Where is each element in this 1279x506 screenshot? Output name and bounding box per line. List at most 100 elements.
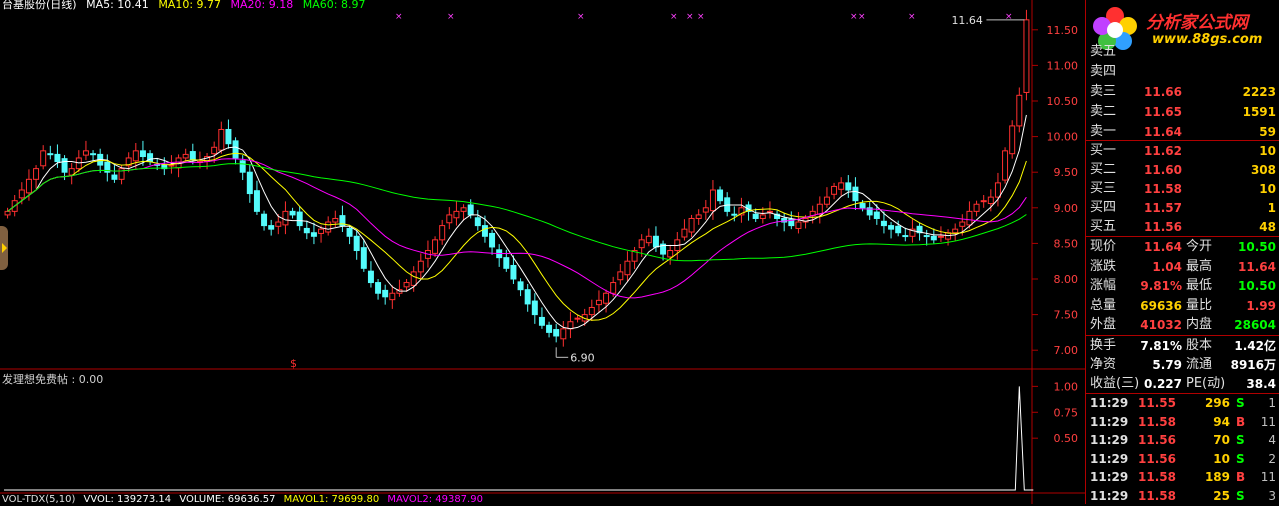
dollar-marker[interactable]: $ [290,357,297,370]
candle[interactable] [111,165,118,183]
candle[interactable] [496,244,503,267]
candle[interactable] [973,200,980,217]
candle[interactable] [617,264,624,285]
candle[interactable] [432,236,439,257]
candle[interactable] [795,212,802,234]
candle[interactable] [937,226,944,242]
event-marker[interactable]: × [686,12,694,22]
candle[interactable] [453,201,460,226]
order-book-row[interactable]: 买一 11.62 10 [1086,141,1279,161]
candle[interactable] [1023,9,1030,101]
candle[interactable] [296,206,303,231]
candle[interactable] [888,222,895,239]
candle[interactable] [517,278,524,297]
candle[interactable] [303,220,310,240]
order-book-row[interactable]: 卖一 11.64 59 [1086,122,1279,142]
candle[interactable] [980,194,987,208]
order-book-row[interactable]: 买五 11.56 48 [1086,217,1279,237]
tick-row[interactable]: 11:29 11.58 25 S 3 [1086,487,1279,506]
candle[interactable] [268,219,275,236]
event-marker[interactable]: × [908,12,916,22]
candle[interactable] [560,321,567,347]
candle[interactable] [738,197,745,223]
candle[interactable] [1009,120,1016,159]
order-book-row[interactable]: 卖二 11.65 1591 [1086,102,1279,122]
candle[interactable] [631,246,638,270]
candle[interactable] [396,279,403,297]
candle[interactable] [175,154,182,178]
event-marker[interactable]: × [858,12,866,22]
candle[interactable] [952,223,959,241]
candle[interactable] [781,212,788,232]
candle[interactable] [838,177,845,196]
candle[interactable] [702,199,709,220]
event-marker[interactable]: × [670,12,678,22]
candle[interactable] [567,311,574,339]
candle[interactable] [845,175,852,198]
kline-chart-panel[interactable]: 11.50 11.00 10.50 10.00 9.50 9.00 8.50 8.00 7.50… [0,0,1085,505]
order-book-row[interactable]: 卖四 [1086,62,1279,82]
candle[interactable] [439,219,446,245]
candle[interactable] [367,261,374,288]
tick-row[interactable]: 11:29 11.58 189 B 11 [1086,468,1279,487]
candle[interactable] [4,207,11,219]
candle[interactable] [831,182,838,200]
candle[interactable] [923,229,930,246]
candle[interactable] [546,321,553,338]
candle[interactable] [474,209,481,231]
order-book-row[interactable]: 卖三 11.66 2223 [1086,82,1279,102]
event-marker[interactable]: × [697,12,705,22]
tick-row[interactable]: 11:29 11.55 296 S 1 [1086,394,1279,413]
tick-row[interactable]: 11:29 11.56 10 S 2 [1086,450,1279,469]
candle[interactable] [310,222,317,245]
candle[interactable] [724,192,731,217]
candle[interactable] [538,307,545,329]
candle[interactable] [930,228,937,244]
order-book-row[interactable]: 买二 11.60 308 [1086,160,1279,180]
candle[interactable] [866,202,873,220]
candle[interactable] [182,148,189,162]
candle[interactable] [82,140,89,161]
candle[interactable] [382,284,389,305]
candle[interactable] [595,290,602,313]
tick-row[interactable]: 11:29 11.56 70 S 4 [1086,431,1279,450]
candle[interactable] [752,208,759,223]
event-marker[interactable]: × [395,12,403,22]
candle[interactable] [816,196,823,224]
tick-row[interactable]: 11:29 11.58 94 B 11 [1086,413,1279,432]
candle[interactable] [40,145,47,170]
candle[interactable] [225,119,232,149]
candle[interactable] [417,253,424,280]
candle[interactable] [531,293,538,324]
candle[interactable] [282,201,289,235]
expand-left-panel-button[interactable] [0,226,8,270]
candle[interactable] [624,251,631,282]
event-marker[interactable]: × [577,12,585,22]
candle[interactable] [218,121,225,154]
order-book-row[interactable]: 买四 11.57 1 [1086,198,1279,218]
candle[interactable] [667,244,674,265]
candle[interactable] [325,216,332,236]
event-marker[interactable]: × [447,12,455,22]
candle[interactable] [1002,147,1009,184]
candle[interactable] [339,205,346,233]
candle[interactable] [446,207,453,230]
order-book-row[interactable]: 买三 11.58 10 [1086,179,1279,199]
candle[interactable] [766,201,773,219]
candle[interactable] [695,209,702,225]
candle[interactable] [524,283,531,312]
candle[interactable] [33,165,40,189]
candle[interactable] [389,285,396,309]
candle[interactable] [603,289,610,313]
candle[interactable] [125,152,132,173]
candle[interactable] [873,204,880,225]
candle[interactable] [717,186,724,205]
candle[interactable] [902,227,909,242]
candle[interactable] [147,150,154,166]
candle[interactable] [90,150,97,161]
candle[interactable] [553,323,560,343]
candle[interactable] [360,239,367,272]
candle[interactable] [375,279,382,300]
candle[interactable] [945,229,952,246]
candle[interactable] [104,154,111,182]
